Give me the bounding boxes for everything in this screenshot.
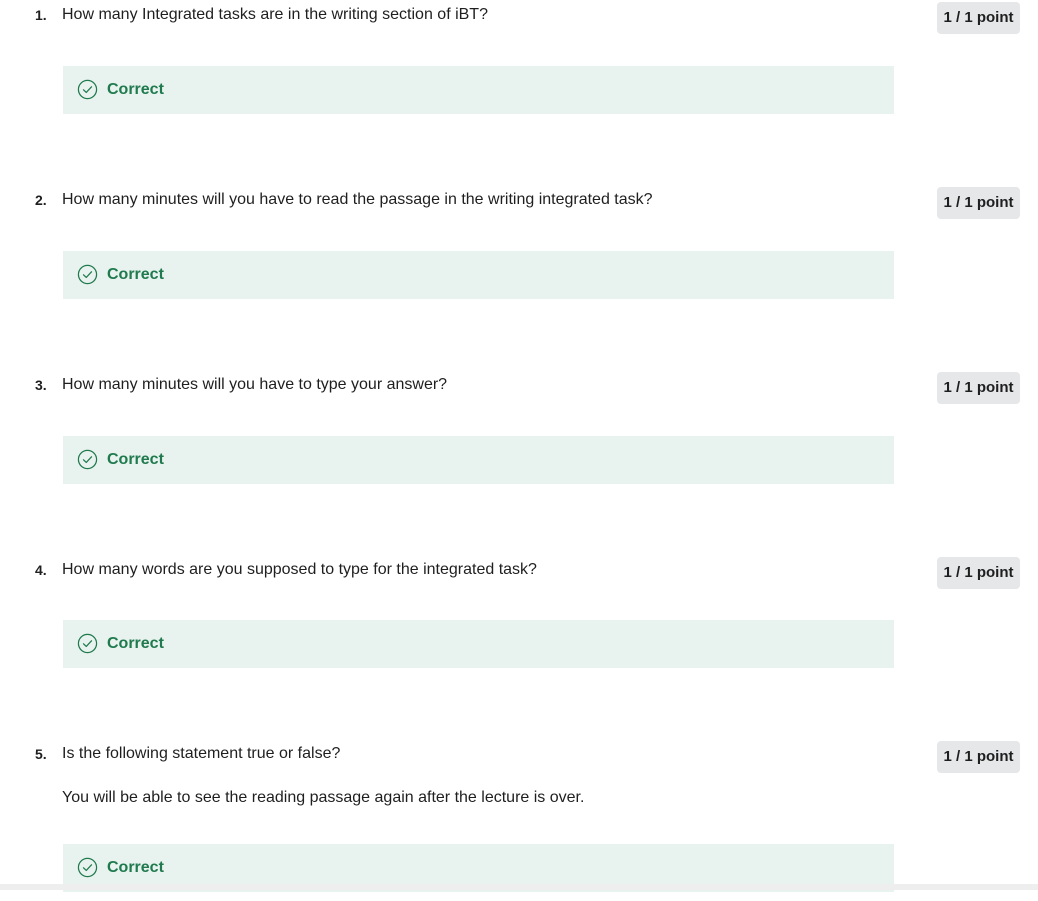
question-text: How many minutes will you have to read t… xyxy=(62,191,653,208)
points-badge: 1 / 1 point xyxy=(937,372,1020,404)
question-text: Is the following statement true or false… xyxy=(62,745,341,762)
question-number: 1. xyxy=(35,7,47,23)
feedback-correct: Correct xyxy=(63,66,894,114)
question-number: 5. xyxy=(35,746,47,762)
check-circle-icon xyxy=(77,264,98,285)
check-circle-icon xyxy=(77,857,98,878)
feedback-label: Correct xyxy=(107,859,164,876)
feedback-label: Correct xyxy=(107,635,164,652)
quiz-results-page: 1. How many Integrated tasks are in the … xyxy=(0,0,1038,901)
feedback-label: Correct xyxy=(107,266,164,283)
feedback-label: Correct xyxy=(107,81,164,98)
feedback-correct: Correct xyxy=(63,620,894,668)
question-text: How many words are you supposed to type … xyxy=(62,561,537,578)
question-text: How many minutes will you have to type y… xyxy=(62,376,448,393)
question-number: 4. xyxy=(35,562,47,578)
feedback-correct: Correct xyxy=(63,251,894,299)
feedback-correct: Correct xyxy=(63,436,894,484)
question-number: 2. xyxy=(35,192,47,208)
points-badge: 1 / 1 point xyxy=(937,741,1020,773)
points-badge: 1 / 1 point xyxy=(937,557,1020,589)
question-statement: You will be able to see the reading pass… xyxy=(62,789,585,806)
points-badge: 1 / 1 point xyxy=(937,2,1020,34)
check-circle-icon xyxy=(77,449,98,470)
check-circle-icon xyxy=(77,79,98,100)
feedback-label: Correct xyxy=(107,451,164,468)
question-text: How many Integrated tasks are in the wri… xyxy=(62,6,488,23)
horizontal-scrollbar[interactable] xyxy=(0,884,1038,890)
points-badge: 1 / 1 point xyxy=(937,187,1020,219)
question-number: 3. xyxy=(35,377,47,393)
check-circle-icon xyxy=(77,633,98,654)
